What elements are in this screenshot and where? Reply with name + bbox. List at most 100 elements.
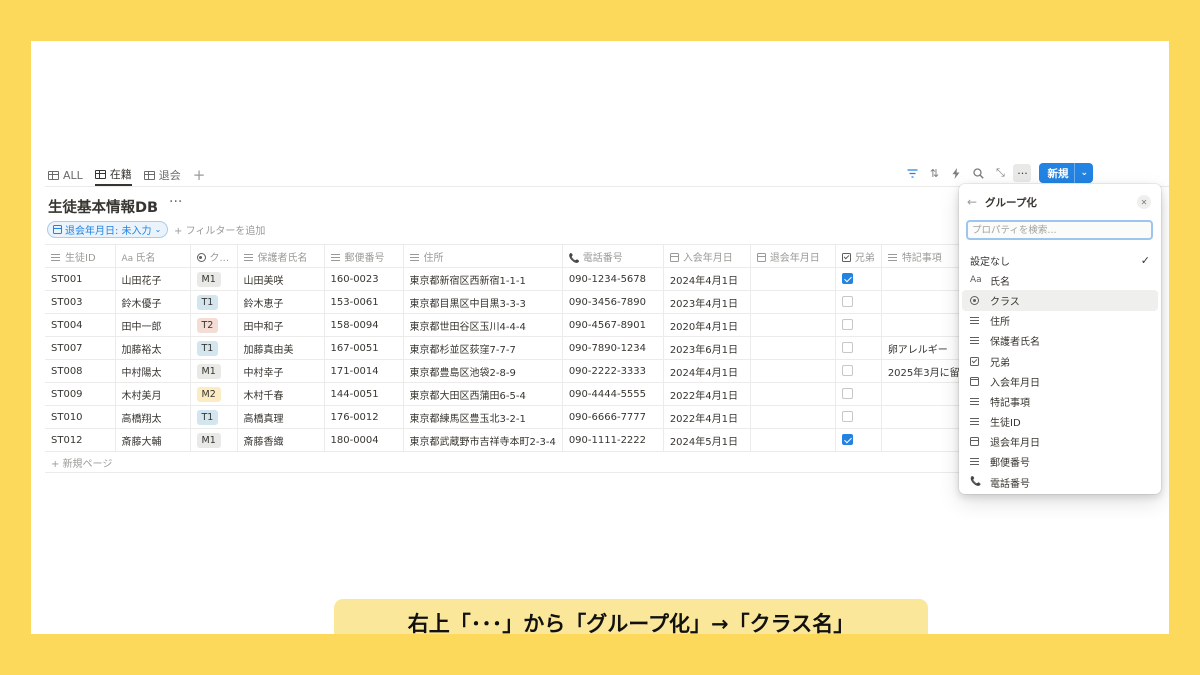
cell-address[interactable]: 東京都新宿区西新宿1-1-1 <box>403 267 563 291</box>
group-option[interactable]: 郵便番号 <box>962 452 1158 472</box>
cell-address[interactable]: 東京都杉並区荻窪7-7-7 <box>403 336 563 360</box>
cell-left[interactable] <box>750 382 836 406</box>
cell-class[interactable]: M2 <box>190 382 238 406</box>
filter-icon[interactable] <box>903 164 921 182</box>
cell-address[interactable]: 東京都豊島区池袋2-8-9 <box>403 359 563 383</box>
cell-name[interactable]: 山田花子 <box>115 267 191 291</box>
sibling-checkbox[interactable] <box>841 273 853 285</box>
cell-zip[interactable]: 176-0012 <box>324 405 404 429</box>
cell-joined[interactable]: 2023年6月1日 <box>663 336 751 360</box>
cell-id[interactable]: ST009 <box>45 382 116 406</box>
cell-phone[interactable]: 090-4444-5555 <box>562 382 664 406</box>
column-header[interactable]: 生徒ID <box>45 244 116 268</box>
table-row[interactable]: ST008 中村陽太 M1 中村幸子 171-0014 東京都豊島区池袋2-8-9 090-… <box>45 359 976 383</box>
filter-pill[interactable]: 退会年月日: 未入力 ⌄ <box>47 221 169 238</box>
cell-left[interactable] <box>750 267 836 291</box>
cell-name[interactable]: 高橋翔太 <box>115 405 191 429</box>
cell-sibling[interactable] <box>835 359 882 383</box>
cell-zip[interactable]: 180-0004 <box>324 428 404 452</box>
sibling-checkbox[interactable] <box>841 342 853 354</box>
column-header[interactable]: ク... <box>190 244 238 268</box>
sort-icon[interactable]: ⇅ <box>925 164 943 182</box>
cell-name[interactable]: 斎藤大輔 <box>115 428 191 452</box>
cell-zip[interactable]: 153-0061 <box>324 290 404 314</box>
cell-phone[interactable]: 090-4567-8901 <box>562 313 664 337</box>
title-more-icon[interactable]: ··· <box>169 194 182 210</box>
cell-phone[interactable]: 090-2222-3333 <box>562 359 664 383</box>
cell-address[interactable]: 東京都世田谷区玉川4-4-4 <box>403 313 563 337</box>
cell-sibling[interactable] <box>835 290 882 314</box>
automation-icon[interactable] <box>947 164 965 182</box>
cell-parent[interactable]: 加藤真由美 <box>237 336 325 360</box>
tab-enrolled[interactable]: 在籍 <box>94 164 132 186</box>
cell-left[interactable] <box>750 313 836 337</box>
column-header[interactable]: 兄弟 <box>835 244 882 268</box>
cell-parent[interactable]: 木村千春 <box>237 382 325 406</box>
cell-parent[interactable]: 中村幸子 <box>237 359 325 383</box>
cell-parent[interactable]: 鈴木恵子 <box>237 290 325 314</box>
cell-sibling[interactable] <box>835 313 882 337</box>
chevron-down-icon[interactable]: ⌄ <box>1074 163 1093 183</box>
table-row[interactable]: ST004 田中一郎 T2 田中和子 158-0094 東京都世田谷区玉川4-4-4 090… <box>45 313 976 337</box>
cell-phone[interactable]: 090-1111-2222 <box>562 428 664 452</box>
column-header[interactable]: Aa 氏名 <box>115 244 191 268</box>
cell-zip[interactable]: 160-0023 <box>324 267 404 291</box>
group-option[interactable]: 設定なし ✓ <box>962 250 1158 270</box>
table-row[interactable]: ST007 加藤裕太 T1 加藤真由美 167-0051 東京都杉並区荻窪7-7-7 090… <box>45 336 976 360</box>
cell-class[interactable]: T1 <box>190 290 238 314</box>
column-header[interactable]: 保護者氏名 <box>237 244 325 268</box>
cell-name[interactable]: 加藤裕太 <box>115 336 191 360</box>
group-option[interactable]: クラス <box>962 290 1158 311</box>
cell-left[interactable] <box>750 336 836 360</box>
tab-withdrawn[interactable]: 退会 <box>143 164 181 186</box>
group-option[interactable]: 退会年月日 <box>962 432 1158 452</box>
back-arrow-icon[interactable]: ← <box>959 195 985 209</box>
cell-name[interactable]: 中村陽太 <box>115 359 191 383</box>
new-page-button[interactable]: + 新規ページ <box>51 455 112 470</box>
cell-left[interactable] <box>750 428 836 452</box>
column-header[interactable]: 入会年月日 <box>663 244 751 268</box>
cell-left[interactable] <box>750 359 836 383</box>
cell-zip[interactable]: 171-0014 <box>324 359 404 383</box>
tab-all[interactable]: ALL <box>48 164 83 186</box>
add-filter-button[interactable]: + フィルターを追加 <box>174 222 265 237</box>
cell-address[interactable]: 東京都練馬区豊玉北3-2-1 <box>403 405 563 429</box>
cell-parent[interactable]: 田中和子 <box>237 313 325 337</box>
property-search-input[interactable] <box>966 220 1153 240</box>
new-button[interactable]: 新規 ⌄ <box>1039 163 1093 183</box>
table-row[interactable]: ST001 山田花子 M1 山田美咲 160-0023 東京都新宿区西新宿1-1-1 090… <box>45 267 976 291</box>
table-row[interactable]: ST010 高橋翔太 T1 高橋真理 176-0012 東京都練馬区豊玉北3-2-1 090… <box>45 405 976 429</box>
group-option[interactable]: 保護者氏名 <box>962 331 1158 351</box>
cell-zip[interactable]: 167-0051 <box>324 336 404 360</box>
cell-joined[interactable]: 2020年4月1日 <box>663 313 751 337</box>
cell-joined[interactable]: 2024年4月1日 <box>663 359 751 383</box>
cell-phone[interactable]: 090-3456-7890 <box>562 290 664 314</box>
group-option[interactable]: 生徒ID <box>962 412 1158 432</box>
cell-class[interactable]: M1 <box>190 428 238 452</box>
sibling-checkbox[interactable] <box>841 365 853 377</box>
cell-phone[interactable]: 090-7890-1234 <box>562 336 664 360</box>
sibling-checkbox[interactable] <box>841 319 853 331</box>
table-row[interactable]: ST003 鈴木優子 T1 鈴木恵子 153-0061 東京都目黒区中目黒3-3-3 090… <box>45 290 976 314</box>
cell-joined[interactable]: 2022年4月1日 <box>663 382 751 406</box>
cell-joined[interactable]: 2024年5月1日 <box>663 428 751 452</box>
cell-sibling[interactable] <box>835 267 882 291</box>
cell-class[interactable]: T2 <box>190 313 238 337</box>
group-option[interactable]: 入会年月日 <box>962 371 1158 391</box>
add-view-icon[interactable]: + <box>193 167 206 183</box>
column-header[interactable]: 📞 電話番号 <box>562 244 664 268</box>
cell-name[interactable]: 田中一郎 <box>115 313 191 337</box>
cell-sibling[interactable] <box>835 336 882 360</box>
cell-class[interactable]: T1 <box>190 336 238 360</box>
group-option[interactable]: 兄弟 <box>962 351 1158 371</box>
cell-id[interactable]: ST003 <box>45 290 116 314</box>
more-icon[interactable]: ··· <box>1013 164 1032 182</box>
cell-joined[interactable]: 2024年4月1日 <box>663 267 751 291</box>
cell-id[interactable]: ST007 <box>45 336 116 360</box>
cell-id[interactable]: ST008 <box>45 359 116 383</box>
cell-address[interactable]: 東京都大田区西蒲田6-5-4 <box>403 382 563 406</box>
cell-left[interactable] <box>750 405 836 429</box>
sibling-checkbox[interactable] <box>841 411 853 423</box>
cell-left[interactable] <box>750 290 836 314</box>
cell-parent[interactable]: 高橋真理 <box>237 405 325 429</box>
